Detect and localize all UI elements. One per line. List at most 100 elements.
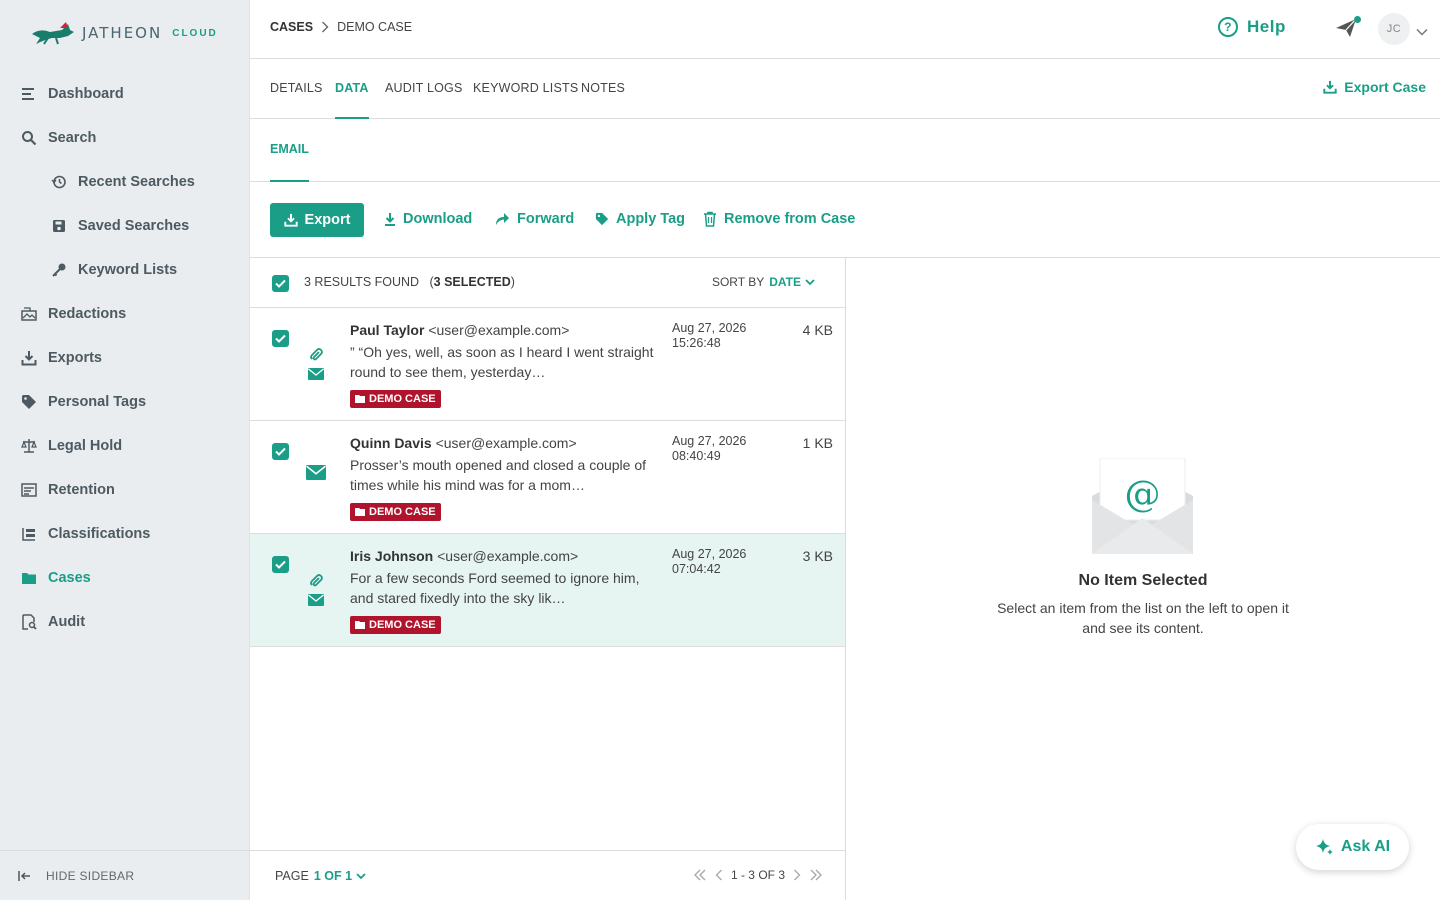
notifications-button[interactable]: [1335, 16, 1361, 40]
scale-icon: [20, 437, 38, 455]
tab-keyword-lists[interactable]: KEYWORD LISTS: [473, 59, 578, 119]
next-page-icon[interactable]: [793, 869, 801, 881]
export-case-label: Export Case: [1344, 79, 1426, 95]
sidebar-item-label: Search: [48, 130, 97, 146]
help-button[interactable]: ? Help: [1218, 17, 1286, 37]
tab-notes[interactable]: NOTES: [581, 59, 625, 119]
remove-from-case-button[interactable]: Remove from Case: [703, 211, 855, 227]
dashboard-icon: [20, 85, 38, 103]
collapse-left-icon: [18, 870, 32, 882]
action-bar: Export Download Forward Apply Tag Remove…: [250, 182, 1440, 258]
tab-data[interactable]: DATA: [335, 59, 369, 119]
selected-count: 3 SELECTED: [433, 275, 511, 289]
search-icon: [20, 129, 38, 147]
preview-pane: @ No Item Selected Select an item from t…: [846, 258, 1440, 900]
ask-ai-label: Ask AI: [1340, 838, 1391, 855]
sidebar-item-label: Saved Searches: [78, 218, 190, 234]
sidebar-item-search[interactable]: Search: [0, 116, 250, 160]
tab-details[interactable]: DETAILS: [270, 59, 323, 119]
result-list: 3 RESULTS FOUND (3 SELECTED) SORT BY DAT…: [250, 258, 846, 900]
chevron-down-icon[interactable]: [1416, 23, 1428, 39]
logo-cloud: CLOUD: [172, 27, 218, 39]
apply-tag-button[interactable]: Apply Tag: [595, 211, 685, 227]
avatar[interactable]: JC: [1378, 13, 1410, 45]
export-button[interactable]: Export: [270, 203, 364, 237]
tag-icon: [595, 212, 609, 226]
page-selector[interactable]: PAGE 1 OF 1: [275, 869, 366, 883]
sender: Iris Johnson <user@example.com>: [350, 548, 578, 564]
case-badge-label: DEMO CASE: [369, 506, 436, 518]
sort-dropdown[interactable]: SORT BY DATE: [712, 275, 815, 289]
case-badge-label: DEMO CASE: [369, 619, 436, 631]
sender-name: Paul Taylor: [350, 322, 425, 338]
message-preview: ” “Oh yes, well, as soon as I heard I we…: [350, 344, 654, 380]
message-size: 1 KB: [802, 435, 833, 451]
sender: Quinn Davis <user@example.com>: [350, 435, 577, 451]
sidebar-item-cases[interactable]: Cases: [0, 556, 250, 600]
help-label: Help: [1247, 17, 1286, 36]
sender: Paul Taylor <user@example.com>: [350, 322, 569, 338]
download-icon: [283, 213, 298, 227]
download-icon: [20, 349, 38, 367]
export-label: Export: [304, 212, 351, 228]
sidebar-item-label: Cases: [48, 570, 91, 586]
no-item-subtitle: Select an item from the list on the left…: [997, 600, 1289, 636]
folder-icon: [20, 569, 38, 587]
message-preview: For a few seconds Ford seemed to ignore …: [350, 570, 640, 606]
row-checkbox[interactable]: [272, 443, 289, 460]
classifications-icon: [20, 525, 38, 543]
sidebar-item-redactions[interactable]: Redactions: [0, 292, 250, 336]
forward-button[interactable]: Forward: [494, 211, 574, 227]
sidebar-item-legal-hold[interactable]: Legal Hold: [0, 424, 250, 468]
tab-audit-logs[interactable]: AUDIT LOGS: [385, 59, 462, 119]
data-subtabs: EMAIL: [250, 119, 1440, 182]
list-item[interactable]: Paul Taylor <user@example.com> ” “Oh yes…: [250, 308, 845, 421]
sidebar-item-keyword-lists[interactable]: Keyword Lists: [0, 248, 250, 292]
sidebar-item-retention[interactable]: Retention: [0, 468, 250, 512]
row-checkbox[interactable]: [272, 556, 289, 573]
message-date: Aug 27, 2026 15:26:48: [672, 321, 746, 351]
hide-sidebar-label: HIDE SIDEBAR: [46, 868, 135, 883]
first-page-icon[interactable]: [693, 869, 707, 881]
folder-icon: [355, 395, 365, 403]
sidebar-item-label: Personal Tags: [48, 394, 147, 410]
export-case-button[interactable]: Export Case: [1323, 79, 1426, 95]
save-icon: [50, 217, 68, 235]
sidebar-item-exports[interactable]: Exports: [0, 336, 250, 380]
last-page-icon[interactable]: [809, 869, 823, 881]
list-item[interactable]: Iris Johnson <user@example.com> For a fe…: [250, 534, 845, 647]
sidebar-item-classifications[interactable]: Classifications: [0, 512, 250, 556]
row-checkbox[interactable]: [272, 330, 289, 347]
message-size: 4 KB: [802, 322, 833, 338]
results-found-text: 3 RESULTS FOUND: [304, 275, 420, 289]
prev-page-icon[interactable]: [715, 869, 723, 881]
logo-text: JATHEON: [82, 24, 163, 42]
sidebar-item-personal-tags[interactable]: Personal Tags: [0, 380, 250, 424]
download-button[interactable]: Download: [384, 211, 472, 227]
sidebar-item-label: Retention: [48, 482, 115, 498]
sender-email: <user@example.com>: [428, 322, 570, 338]
breadcrumb-cases[interactable]: CASES: [270, 20, 313, 34]
sidebar-item-dashboard[interactable]: Dashboard: [0, 72, 250, 116]
case-badge: DEMO CASE: [350, 503, 441, 521]
history-icon: [50, 173, 68, 191]
message-date: Aug 27, 2026 07:04:42: [672, 547, 746, 577]
sidebar-item-label: Classifications: [48, 526, 151, 542]
list-header: 3 RESULTS FOUND (3 SELECTED) SORT BY DAT…: [250, 258, 845, 308]
sidebar-item-recent-searches[interactable]: Recent Searches: [0, 160, 250, 204]
select-all-checkbox[interactable]: [272, 275, 289, 292]
breadcrumb-current: DEMO CASE: [337, 20, 413, 34]
sender-name: Quinn Davis: [350, 435, 432, 451]
sidebar-item-label: Redactions: [48, 306, 127, 322]
pagination-bar: PAGE 1 OF 1 1 - 3 OF 3: [250, 850, 845, 900]
tab-email[interactable]: EMAIL: [270, 119, 309, 182]
ask-ai-button[interactable]: Ask AI: [1296, 824, 1409, 870]
page-label: PAGE: [275, 869, 309, 883]
sidebar-item-saved-searches[interactable]: Saved Searches: [0, 204, 250, 248]
sidebar-item-audit[interactable]: Audit: [0, 600, 250, 644]
help-icon: ?: [1218, 17, 1238, 37]
apply-tag-label: Apply Tag: [616, 211, 686, 227]
jatheon-logo[interactable]: JATHEON CLOUD: [30, 18, 218, 48]
list-item[interactable]: Quinn Davis <user@example.com> Prosser’s…: [250, 421, 845, 534]
hide-sidebar-button[interactable]: HIDE SIDEBAR: [0, 850, 250, 900]
